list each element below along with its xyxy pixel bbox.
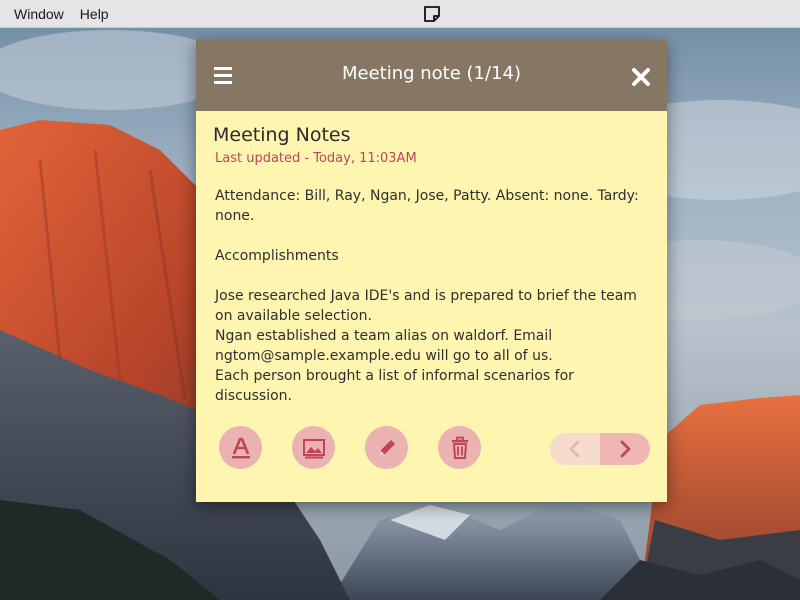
trash-icon [451,436,468,459]
image-icon [302,438,325,458]
window-header: Meeting note (1/14) [196,40,667,111]
note-paragraph: Each person brought a list of informal s… [215,368,574,404]
insert-image-button[interactable] [292,426,335,469]
chevron-right-icon [620,440,631,458]
note-paragraph: Jose researched Java IDE's and is prepar… [215,288,637,324]
chevron-left-icon [569,440,580,458]
sticky-note-icon[interactable] [422,4,442,24]
note-title: Meeting Notes [213,124,351,146]
pencil-icon [378,439,395,456]
menu-bar: Window Help [0,0,800,28]
close-icon[interactable] [631,67,651,87]
hamburger-menu-icon[interactable] [214,67,236,85]
note-window: Meeting note (1/14) Meeting Notes Last u… [196,40,667,502]
delete-button[interactable] [438,426,481,469]
text-format-button[interactable] [219,426,262,469]
edit-button[interactable] [365,426,408,469]
window-title: Meeting note (1/14) [341,63,522,84]
last-updated-text: Last updated - Today, 11:03AM [215,151,417,166]
next-note-button[interactable] [600,433,650,465]
menu-help[interactable]: Help [80,6,109,22]
note-body[interactable]: Attendance: Bill, Ray, Ngan, Jose, Patty… [215,186,655,406]
menu-window[interactable]: Window [14,6,64,22]
note-pager [550,433,650,465]
text-format-icon [231,437,250,458]
previous-note-button[interactable] [550,433,600,465]
note-paragraph: Ngan established a team alias on waldorf… [215,328,553,364]
note-heading: Accomplishments [215,248,339,264]
note-paragraph: Attendance: Bill, Ray, Ngan, Jose, Patty… [215,188,639,224]
